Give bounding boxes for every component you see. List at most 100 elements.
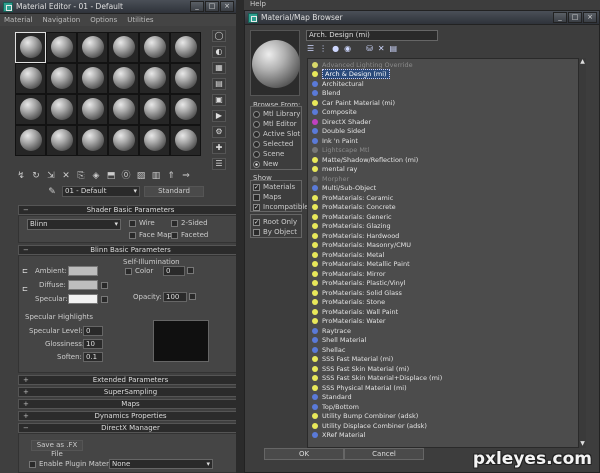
browse-selected-option[interactable]: Selected [253, 140, 293, 148]
specular-level-value[interactable]: 0 [83, 326, 103, 336]
list-item[interactable]: Architectural [312, 79, 364, 88]
browse-mtl-library-option[interactable]: Mtl Library [253, 110, 300, 118]
list-item[interactable]: ProMaterials: Plastic/Vinyl [312, 279, 405, 288]
sample-slot[interactable] [108, 94, 139, 125]
sample-slot[interactable] [77, 94, 108, 125]
lock-ambient-diffuse-icon[interactable]: ⊏ [22, 267, 28, 275]
make-unique-icon[interactable]: ◈ [90, 170, 102, 182]
list-item[interactable]: Advanced Lighting Override [312, 60, 413, 69]
list-item[interactable]: ProMaterials: Mirror [312, 269, 386, 278]
material-editor-titlebar[interactable]: Material Editor - 01 - Default _ □ × [0, 0, 236, 14]
by-object-option[interactable]: By Object [253, 228, 297, 236]
rollout-dynamics-properties[interactable]: + Dynamics Properties [18, 411, 236, 421]
sample-slot[interactable] [170, 94, 201, 125]
sample-slot[interactable] [108, 63, 139, 94]
browse-new-option[interactable]: New [253, 160, 278, 168]
list-item[interactable]: ProMaterials: Ceramic [312, 193, 393, 202]
self-illum-value[interactable]: 0 [163, 266, 185, 276]
browser-search-input[interactable]: Arch. Design (mi) [306, 30, 438, 41]
update-scene-icon[interactable]: ⛁ [366, 44, 373, 53]
diffuse-map-button[interactable] [101, 282, 108, 289]
sample-slot[interactable] [15, 32, 46, 63]
list-item[interactable]: Raytrace [312, 326, 351, 335]
show-maps-option[interactable]: Maps [253, 193, 281, 201]
soften-value[interactable]: 0.1 [83, 352, 103, 362]
close-button[interactable]: × [583, 12, 597, 23]
sample-slot[interactable] [46, 32, 77, 63]
list-item[interactable]: Standard [312, 393, 352, 402]
menu-navigation[interactable]: Navigation [42, 16, 80, 24]
enable-plugin-checkbox[interactable] [29, 461, 36, 468]
material-list[interactable]: Advanced Lighting Override Arch & Design… [307, 58, 584, 448]
browse-active-slot-option[interactable]: Active Slot [253, 130, 300, 138]
rollout-maps[interactable]: + Maps [18, 399, 236, 409]
sample-slot[interactable] [139, 94, 170, 125]
list-item[interactable]: ProMaterials: Stone [312, 298, 385, 307]
sample-slot[interactable] [170, 125, 201, 156]
maximize-button[interactable]: □ [568, 12, 582, 23]
go-forward-to-sibling-icon[interactable]: ⇒ [180, 170, 192, 182]
opacity-map-button[interactable] [189, 293, 196, 300]
list-item[interactable]: ProMaterials: Metal [312, 250, 384, 259]
rollout-extended-parameters[interactable]: + Extended Parameters [18, 375, 236, 385]
material-type-button[interactable]: Standard [144, 186, 204, 197]
list-item[interactable]: Ink 'n Paint [312, 136, 358, 145]
ok-button[interactable]: OK [264, 448, 344, 460]
help-menu[interactable]: Help [250, 0, 266, 9]
opacity-value[interactable]: 100 [163, 292, 187, 302]
sample-slot[interactable] [46, 63, 77, 94]
scroll-down-icon[interactable]: ▼ [579, 440, 586, 448]
lock-diffuse-specular-icon[interactable]: ⊏ [22, 285, 28, 293]
list-item[interactable]: Lightscape Mtl [312, 146, 369, 155]
root-only-option[interactable]: ✓ Root Only [253, 218, 297, 226]
two-sided-checkbox[interactable] [171, 220, 178, 227]
go-to-parent-icon[interactable]: ⇑ [165, 170, 177, 182]
sample-slot[interactable] [15, 63, 46, 94]
sample-slot[interactable] [46, 94, 77, 125]
make-copy-icon[interactable]: ⎘ [75, 170, 87, 182]
minimize-button[interactable]: _ [190, 1, 204, 12]
list-item[interactable]: ProMaterials: Water [312, 317, 386, 326]
list-item[interactable]: Utility Bump Combiner (adsk) [312, 412, 418, 421]
self-illum-color-checkbox[interactable] [125, 268, 132, 275]
show-materials-option[interactable]: ✓ Materials [253, 183, 295, 191]
browse-mtl-editor-option[interactable]: Mtl Editor [253, 120, 297, 128]
menu-options[interactable]: Options [90, 16, 117, 24]
list-item[interactable]: Composite [312, 108, 357, 117]
sample-slot[interactable] [77, 32, 108, 63]
list-item[interactable]: Matte/Shadow/Reflection (mi) [312, 155, 418, 164]
list-item[interactable]: Multi/Sub-Object [312, 184, 376, 193]
plugin-select[interactable]: None ▾ [109, 459, 213, 469]
material-name-field[interactable]: 01 - Default ▾ [62, 186, 140, 197]
menu-utilities[interactable]: Utilities [127, 16, 153, 24]
shader-select[interactable]: Blinn ▾ [27, 219, 121, 230]
list-item[interactable]: Shell Material [312, 336, 366, 345]
view-list-icons-icon[interactable]: ⋮ [319, 44, 327, 53]
rollout-shader-basic[interactable]: − Shader Basic Parameters [18, 205, 236, 215]
ambient-swatch[interactable] [68, 266, 98, 276]
reset-map-icon[interactable]: ✕ [60, 170, 72, 182]
list-item[interactable]: ProMaterials: Glazing [312, 222, 391, 231]
faceted-checkbox[interactable] [171, 232, 178, 239]
delete-from-library-icon[interactable]: ✕ [378, 44, 385, 53]
spinner-icon[interactable] [187, 267, 194, 274]
list-item[interactable]: ProMaterials: Wall Paint [312, 307, 398, 316]
list-item[interactable]: Morpher [312, 174, 349, 183]
show-map-icon[interactable]: ▨ [135, 170, 147, 182]
list-item[interactable]: DirectX Shader [312, 117, 371, 126]
specular-map-button[interactable] [101, 296, 108, 303]
list-item[interactable]: Utility Displace Combiner (adsk) [312, 421, 427, 430]
cancel-button[interactable]: Cancel [344, 448, 424, 460]
view-list-icon[interactable]: ☰ [307, 44, 314, 53]
rollout-directx-manager[interactable]: − DirectX Manager [18, 423, 236, 433]
sample-slot[interactable] [108, 32, 139, 63]
list-item[interactable]: Blend [312, 89, 341, 98]
view-large-icons-icon[interactable]: ◉ [344, 44, 351, 53]
options-icon[interactable]: ⚙ [212, 126, 226, 138]
list-item[interactable]: Shellac [312, 345, 345, 354]
view-small-icons-icon[interactable]: ● [332, 44, 339, 53]
diffuse-swatch[interactable] [68, 280, 98, 290]
select-by-material-icon[interactable]: ✚ [212, 142, 226, 154]
put-to-library-icon[interactable]: ⬒ [105, 170, 117, 182]
specular-swatch[interactable] [68, 294, 98, 304]
